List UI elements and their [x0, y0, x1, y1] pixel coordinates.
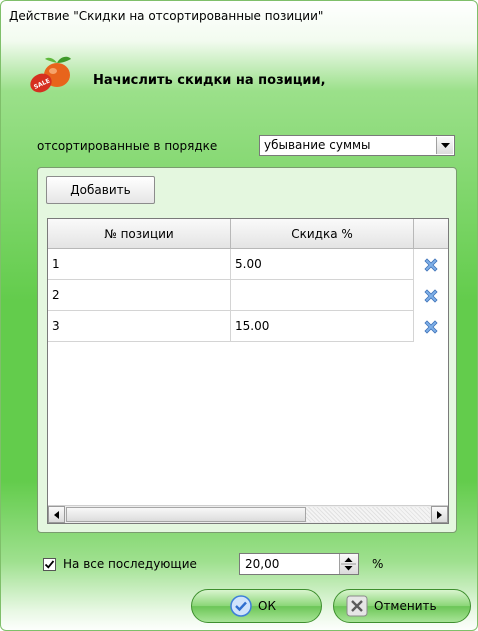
position-cell[interactable]: 3 [48, 311, 231, 342]
position-cell[interactable]: 1 [48, 249, 231, 280]
unit-label: % [372, 557, 384, 571]
delete-row-icon[interactable] [414, 311, 448, 342]
spinner-down-icon [344, 566, 353, 571]
header-text: Начислить скидки на позиции, [93, 73, 326, 88]
scroll-left-icon[interactable] [48, 506, 65, 523]
spinner-buttons[interactable] [339, 554, 358, 574]
sale-fruit-icon: SALE [30, 56, 71, 93]
window-title: Действие "Скидки на отсортированные пози… [9, 9, 324, 23]
discount-cell[interactable]: 5.00 [231, 249, 414, 280]
column-header-actions [414, 219, 448, 249]
all-following-spinner[interactable]: 20,00 [239, 553, 359, 575]
chevron-down-icon[interactable] [436, 137, 453, 154]
sort-order-label: отсортированные в порядке [37, 139, 218, 153]
discount-cell[interactable] [231, 280, 414, 311]
scrollbar-track[interactable] [306, 507, 430, 522]
position-cell[interactable]: 2 [48, 280, 231, 311]
spinner-up-icon [344, 557, 353, 562]
sort-order-value: убывание суммы [264, 138, 371, 152]
all-following-checkbox[interactable] [43, 558, 56, 571]
cancel-button-label: Отменить [374, 599, 437, 613]
checkmark-icon [230, 595, 252, 617]
dialog-window: Действие "Скидки на отсортированные пози… [0, 0, 478, 631]
cancel-button[interactable]: Отменить [333, 589, 471, 623]
table-row[interactable]: 3 15.00 [48, 311, 448, 342]
sort-order-select[interactable]: убывание суммы [259, 135, 455, 156]
delete-row-icon[interactable] [414, 249, 448, 280]
add-button[interactable]: Добавить [46, 176, 155, 204]
all-following-value[interactable]: 20,00 [245, 557, 279, 571]
scroll-right-icon[interactable] [431, 506, 448, 523]
table-row[interactable]: 2 [48, 280, 448, 311]
horizontal-scrollbar[interactable] [48, 505, 448, 523]
ok-button[interactable]: ОК [191, 589, 322, 623]
all-following-label: На все последующие [63, 557, 197, 571]
ok-button-label: ОК [258, 599, 276, 613]
column-header-discount[interactable]: Скидка % [231, 219, 414, 249]
scrollbar-thumb[interactable] [66, 507, 306, 522]
cancel-icon [346, 595, 368, 617]
column-header-position[interactable]: № позиции [48, 219, 231, 249]
delete-row-icon[interactable] [414, 280, 448, 311]
table-row[interactable]: 1 5.00 [48, 249, 448, 280]
discount-cell[interactable]: 15.00 [231, 311, 414, 342]
discount-table[interactable]: № позиции Скидка % 1 5.00 2 3 15.00 [47, 218, 449, 524]
